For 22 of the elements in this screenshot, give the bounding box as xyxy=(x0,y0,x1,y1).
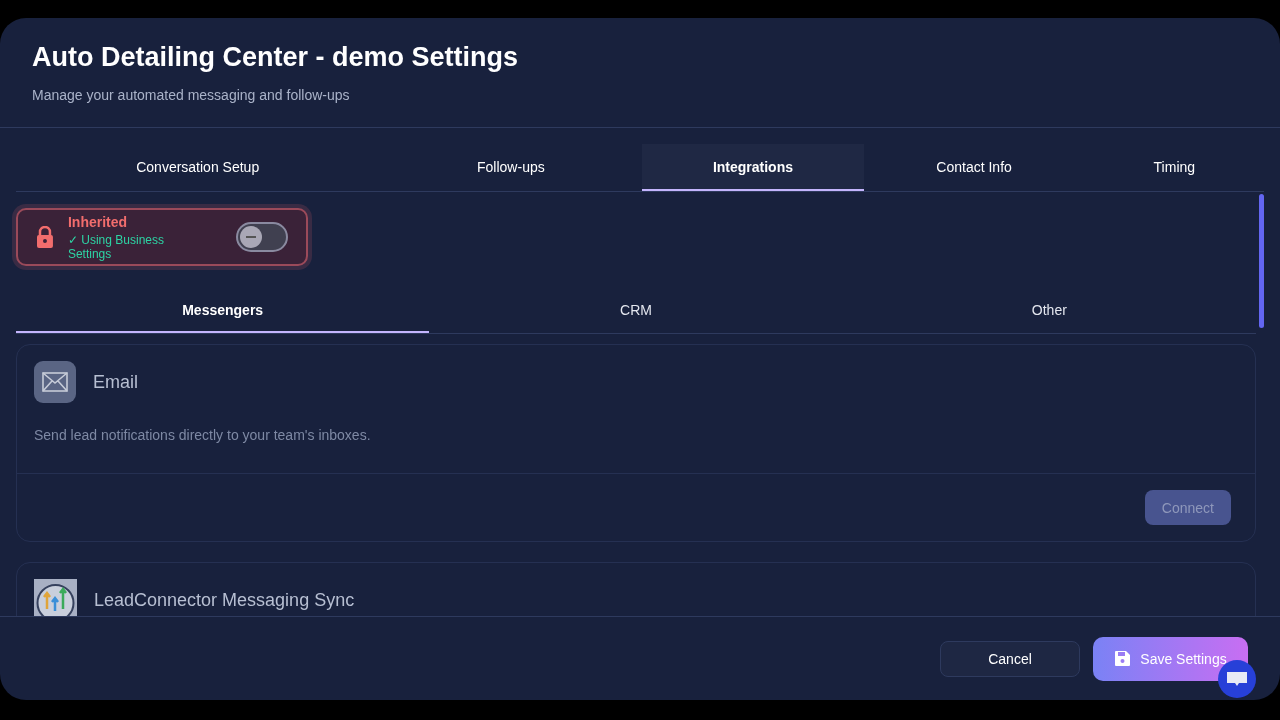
mail-icon xyxy=(34,361,76,403)
settings-tab[interactable]: Integrations xyxy=(642,144,864,191)
category-tab[interactable]: CRM xyxy=(429,288,843,333)
save-icon xyxy=(1114,650,1132,667)
category-tab[interactable]: Other xyxy=(842,288,1256,333)
settings-tab[interactable]: Conversation Setup xyxy=(16,144,380,191)
integration-name: LeadConnector Messaging Sync xyxy=(94,590,355,611)
category-tab[interactable]: Messengers xyxy=(16,288,430,333)
scrollbar-thumb[interactable] xyxy=(1259,194,1264,328)
cancel-button[interactable]: Cancel xyxy=(940,640,1080,677)
settings-tab[interactable]: Timing xyxy=(1084,144,1264,191)
settings-tab[interactable]: Contact Info xyxy=(863,144,1085,191)
lock-icon xyxy=(36,226,54,248)
dialog-title: Auto Detailing Center - demo Settings xyxy=(32,42,520,73)
inherited-status: ✓ Using Business Settings xyxy=(67,232,165,261)
inherit-toggle[interactable] xyxy=(236,222,288,252)
integration-description: Send lead notifications directly to your team's inboxes. xyxy=(17,403,1255,474)
settings-tab[interactable]: Follow-ups xyxy=(379,144,643,191)
chat-icon xyxy=(1226,670,1248,688)
inherited-label: Inherited xyxy=(67,213,129,230)
integration-name: Email xyxy=(93,371,138,393)
dialog-subtitle: Manage your automated messaging and follow-ups xyxy=(32,87,351,103)
